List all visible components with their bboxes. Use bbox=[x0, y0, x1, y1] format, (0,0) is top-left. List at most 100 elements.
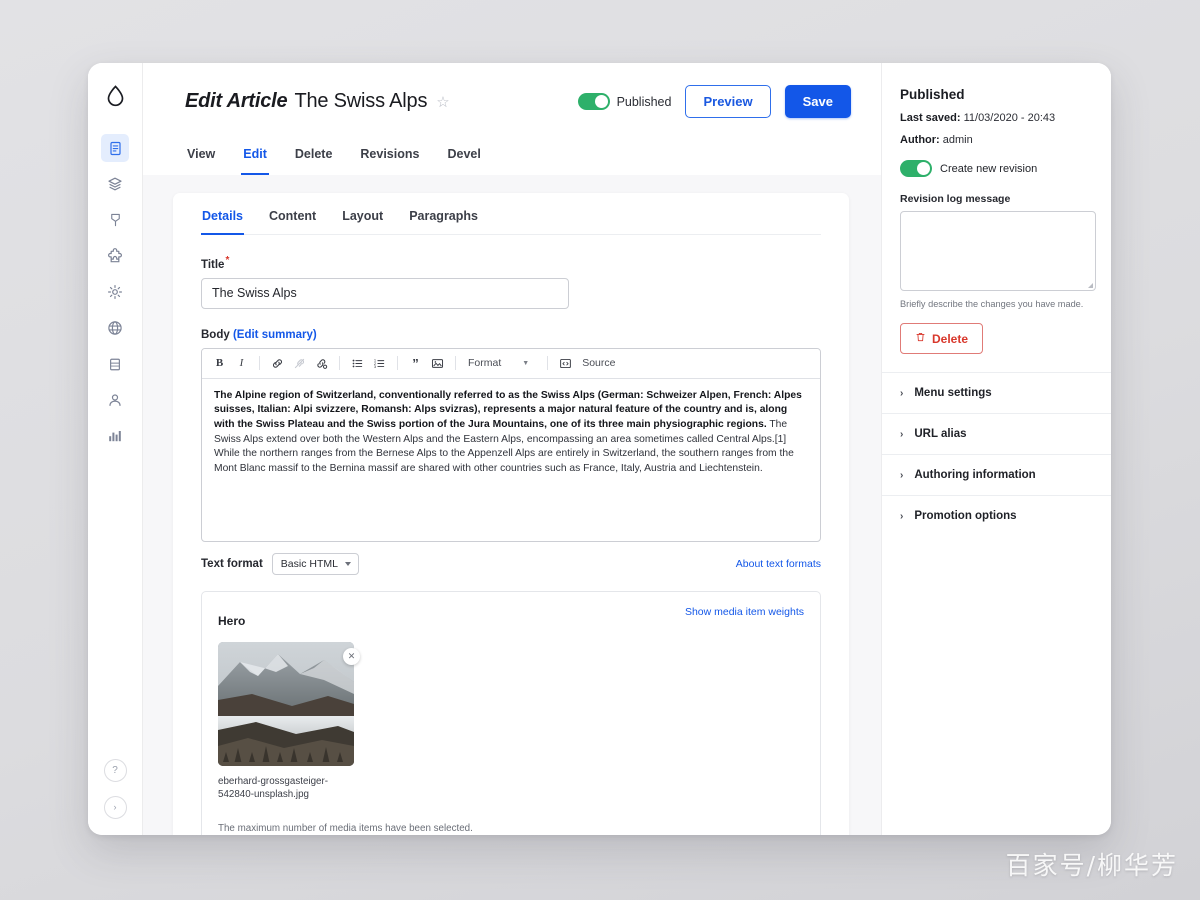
unlink-icon[interactable] bbox=[290, 354, 309, 373]
page-title: Edit Article The Swiss Alps ☆ bbox=[185, 90, 450, 113]
screen-background: ? › Edit Article The Swiss Alps ☆ Publis… bbox=[0, 0, 1200, 900]
sidebar-item-language[interactable] bbox=[101, 314, 129, 342]
text-format-row: Text format Basic HTML About text format… bbox=[201, 552, 821, 575]
source-code-icon[interactable] bbox=[556, 354, 575, 373]
tab-devel[interactable]: Devel bbox=[445, 138, 482, 175]
bulleted-list-icon[interactable] bbox=[348, 354, 367, 373]
sidebar-meta-panel: Published Last saved: 11/03/2020 - 20:43… bbox=[881, 63, 1111, 835]
blockquote-icon[interactable]: ” bbox=[406, 354, 425, 373]
chevron-right-icon: › bbox=[900, 469, 904, 481]
show-media-item-weights-link[interactable]: Show media item weights bbox=[685, 606, 804, 618]
published-toggle-label: Published bbox=[616, 94, 672, 109]
accordion-label: URL alias bbox=[914, 428, 967, 441]
toggle-switch[interactable] bbox=[577, 93, 610, 110]
media-thumbnail[interactable] bbox=[218, 641, 354, 766]
last-saved-row: Last saved: 11/03/2020 - 20:43 bbox=[900, 112, 1093, 124]
sidebar-item-configuration[interactable] bbox=[101, 278, 129, 306]
format-dropdown-label[interactable]: Format bbox=[464, 357, 505, 369]
primary-tabs: View Edit Delete Revisions Devel bbox=[185, 138, 851, 175]
hero-media-field: Hero Show media item weights ✕ eberhard-… bbox=[201, 590, 821, 835]
source-label[interactable]: Source bbox=[578, 357, 619, 369]
help-question-icon[interactable]: ? bbox=[103, 759, 127, 782]
numbered-list-icon[interactable]: 123 bbox=[370, 354, 389, 373]
edit-form-card: Details Content Layout Paragraphs Title* bbox=[173, 193, 849, 835]
sidebar-item-extend[interactable] bbox=[101, 242, 129, 270]
media-item: ✕ eberhard-grossgasteiger-542840-unsplas… bbox=[218, 641, 360, 801]
preview-button[interactable]: Preview bbox=[685, 85, 771, 118]
rich-text-editor: B I 1 2 3 ” Format ▼ Source The Alpine r… bbox=[201, 347, 821, 542]
delete-button-label: Delete bbox=[932, 331, 969, 346]
revision-log-textarea[interactable] bbox=[900, 211, 1096, 291]
editor-toolbar: B I 1 2 3 ” Format ▼ Source bbox=[202, 348, 820, 379]
body-editor-content[interactable]: The Alpine region of Switzerland, conven… bbox=[202, 379, 820, 541]
create-new-revision-toggle[interactable]: Create new revision bbox=[900, 160, 1093, 177]
delete-button[interactable]: Delete bbox=[900, 323, 984, 355]
title-input[interactable] bbox=[201, 277, 569, 309]
body-label-text: Body bbox=[201, 328, 230, 341]
toolbar-divider bbox=[339, 356, 340, 371]
star-outline-icon[interactable]: ☆ bbox=[436, 93, 449, 111]
remove-media-close-x-icon[interactable]: ✕ bbox=[343, 647, 360, 665]
about-text-formats-link[interactable]: About text formats bbox=[736, 558, 821, 570]
accordion-promotion-options[interactable]: › Promotion options bbox=[882, 495, 1111, 536]
tab-edit[interactable]: Edit bbox=[241, 138, 269, 175]
publish-status-title: Published bbox=[900, 87, 965, 102]
subtab-paragraphs[interactable]: Paragraphs bbox=[408, 193, 479, 235]
tab-delete[interactable]: Delete bbox=[293, 138, 335, 175]
sidebar-item-appearance[interactable] bbox=[101, 206, 129, 234]
edit-summary-link[interactable]: (Edit summary) bbox=[233, 329, 317, 341]
sidebar-item-people[interactable] bbox=[101, 386, 129, 414]
toolbar-divider bbox=[455, 356, 456, 371]
left-sidebar: ? › bbox=[88, 63, 143, 835]
toolbar-divider bbox=[259, 356, 260, 371]
form-scroll-area[interactable]: Details Content Layout Paragraphs Title* bbox=[143, 175, 881, 835]
page-title-action: Edit Article bbox=[185, 90, 288, 112]
chevron-right-icon: › bbox=[900, 428, 904, 440]
form-subtabs: Details Content Layout Paragraphs bbox=[201, 193, 821, 235]
sidebar-item-content[interactable] bbox=[101, 134, 129, 162]
toggle-switch[interactable] bbox=[900, 160, 932, 177]
accordion-authoring-information[interactable]: › Authoring information bbox=[882, 454, 1111, 495]
edit-link-icon[interactable] bbox=[312, 354, 331, 373]
accordion-label: Authoring information bbox=[914, 469, 1036, 482]
published-toggle[interactable]: Published bbox=[577, 93, 672, 110]
author-row: Author: admin bbox=[900, 134, 1093, 146]
chevron-right-icon: › bbox=[900, 510, 904, 522]
subtab-details[interactable]: Details bbox=[201, 193, 244, 235]
chevron-down-icon[interactable]: ▼ bbox=[508, 360, 539, 367]
expand-sidebar-chevron-right-icon[interactable]: › bbox=[103, 796, 127, 819]
accordion-menu-settings[interactable]: › Menu settings bbox=[882, 372, 1111, 413]
image-icon[interactable] bbox=[428, 354, 447, 373]
bold-icon[interactable]: B bbox=[210, 354, 229, 373]
subtab-content[interactable]: Content bbox=[268, 193, 317, 235]
text-format-label: Text format bbox=[201, 557, 263, 570]
header-actions: Published Preview Save bbox=[577, 85, 851, 118]
body-text-bold: The Alpine region of Switzerland, conven… bbox=[214, 389, 802, 431]
sidebar-bottom-actions: ? › bbox=[103, 759, 127, 819]
italic-icon[interactable]: I bbox=[232, 354, 251, 373]
accordion-url-alias[interactable]: › URL alias bbox=[882, 413, 1111, 454]
title-label: Title* bbox=[201, 255, 821, 271]
watermark: 百家号/柳华芳 bbox=[1005, 851, 1178, 880]
sidebar-item-reports[interactable] bbox=[101, 350, 129, 378]
text-format-select[interactable]: Basic HTML bbox=[271, 552, 359, 575]
chevron-right-icon: › bbox=[900, 387, 904, 399]
link-icon[interactable] bbox=[268, 354, 287, 373]
title-field-group: Title* bbox=[201, 255, 821, 309]
media-filename: eberhard-grossgasteiger-542840-unsplash.… bbox=[218, 775, 328, 800]
body-field-group: Body (Edit summary) B I 1 2 3 ” Format ▼… bbox=[201, 329, 821, 575]
revision-log-help-text: Briefly describe the changes you have ma… bbox=[900, 299, 1084, 309]
subtab-layout[interactable]: Layout bbox=[341, 193, 384, 235]
sidebar-item-structure[interactable] bbox=[101, 170, 129, 198]
droplet-logo[interactable] bbox=[106, 85, 125, 112]
tab-view[interactable]: View bbox=[185, 138, 217, 175]
accordion-label: Menu settings bbox=[914, 387, 992, 400]
sidebar-item-statistics[interactable] bbox=[101, 422, 129, 450]
toolbar-divider bbox=[397, 356, 398, 371]
accordion-label: Promotion options bbox=[914, 510, 1017, 523]
svg-text:3: 3 bbox=[374, 364, 377, 369]
save-button[interactable]: Save bbox=[784, 85, 851, 118]
tab-revisions[interactable]: Revisions bbox=[358, 138, 421, 175]
last-saved-value: 11/03/2020 - 20:43 bbox=[963, 112, 1056, 124]
required-marker: * bbox=[225, 255, 230, 266]
